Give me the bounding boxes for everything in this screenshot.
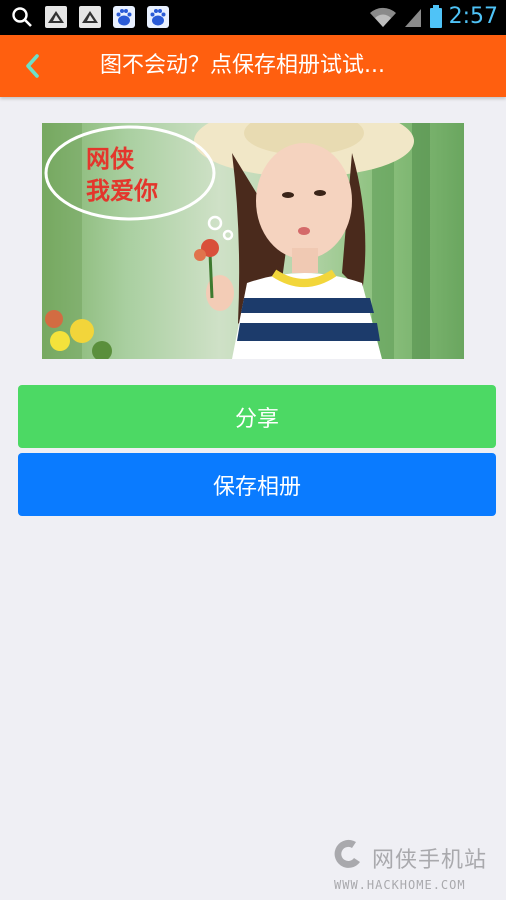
watermark-name: 网侠手机站 xyxy=(372,848,488,873)
title-bar: 图不会动？点保存相册试试... xyxy=(0,35,506,97)
bubble-text-line1: 网侠 xyxy=(86,145,135,173)
watermark-url: WWW.HACKHOME.COM xyxy=(334,878,466,892)
system-status: 2:57 xyxy=(369,3,498,31)
bubble-text-line2: 我爱你 xyxy=(86,177,158,205)
page-title: 图不会动？点保存相册试试... xyxy=(100,53,385,78)
baidu-paw-icon xyxy=(147,6,169,28)
notification-app-icon xyxy=(45,6,67,28)
watermark-logo-icon xyxy=(334,839,360,868)
notification-icons xyxy=(10,5,170,29)
status-time: 2:57 xyxy=(448,4,498,29)
save-to-album-button[interactable]: 保存相册 xyxy=(18,453,496,516)
share-button[interactable]: 分享 xyxy=(18,385,496,448)
search-icon xyxy=(12,7,32,27)
chevron-left-icon xyxy=(26,54,39,78)
notification-app-icon xyxy=(79,6,101,28)
baidu-paw-icon xyxy=(113,6,135,28)
gif-image: 网侠 我爱你 xyxy=(42,123,464,359)
wifi-icon xyxy=(369,7,396,27)
back-button[interactable] xyxy=(18,51,48,81)
battery-icon xyxy=(429,5,442,28)
status-bar: 2:57 xyxy=(0,0,506,35)
signal-icon xyxy=(404,9,421,27)
